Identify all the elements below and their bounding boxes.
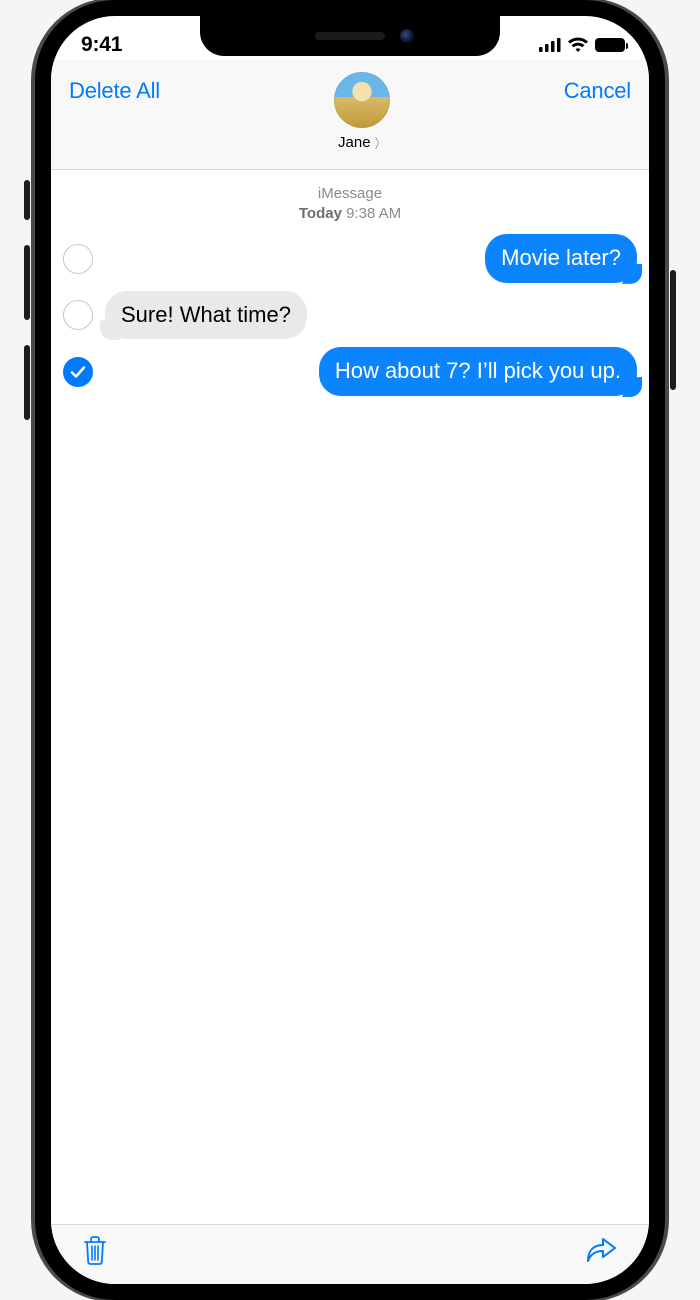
chevron-right-icon: 〉: [375, 133, 384, 152]
forward-button[interactable]: [585, 1235, 619, 1265]
select-checkbox[interactable]: [63, 357, 93, 387]
bottom-toolbar: [51, 1224, 649, 1284]
wifi-icon: [567, 37, 589, 53]
select-checkbox[interactable]: [63, 300, 93, 330]
message-row[interactable]: How about 7? I’ll pick you up.: [63, 347, 637, 396]
message-row[interactable]: Movie later?: [63, 234, 637, 283]
checkmark-icon: [69, 363, 87, 381]
select-checkbox[interactable]: [63, 244, 93, 274]
message-text: Sure! What time?: [121, 302, 291, 327]
bubble-tail-icon: [622, 377, 642, 397]
bubble-tail-icon: [100, 320, 120, 340]
cellular-icon: [539, 38, 561, 52]
status-icons: [539, 37, 625, 53]
trash-icon: [81, 1234, 109, 1266]
message-bubble-received[interactable]: Sure! What time?: [105, 291, 307, 340]
phone-side-button: [24, 245, 30, 320]
phone-frame: 9:41 Delete All Jane 〉 Cancel: [35, 0, 665, 1300]
bubble-tail-icon: [622, 264, 642, 284]
contact-name: Jane: [338, 134, 371, 151]
contact-header[interactable]: Jane 〉: [160, 72, 564, 152]
front-camera-icon: [400, 29, 414, 43]
avatar: [334, 72, 390, 128]
phone-side-button: [24, 345, 30, 420]
delete-all-button[interactable]: Delete All: [69, 72, 160, 104]
speaker-icon: [315, 32, 385, 40]
phone-side-button: [670, 270, 676, 390]
cancel-button[interactable]: Cancel: [564, 72, 631, 104]
timestamp-day: Today: [299, 205, 342, 222]
status-time: 9:41: [81, 33, 122, 57]
notch: [200, 16, 500, 56]
phone-side-button: [24, 180, 30, 220]
trash-button[interactable]: [81, 1234, 109, 1266]
message-bubble-sent[interactable]: Movie later?: [485, 234, 637, 283]
nav-header: Delete All Jane 〉 Cancel: [51, 60, 649, 170]
share-arrow-icon: [585, 1235, 619, 1265]
message-text: How about 7? I’ll pick you up.: [335, 358, 621, 383]
timestamp-time: 9:38 AM: [346, 205, 401, 222]
service-label: iMessage: [63, 184, 637, 204]
message-row[interactable]: Sure! What time?: [63, 291, 637, 340]
battery-icon: [595, 38, 625, 52]
conversation-view[interactable]: iMessage Today 9:38 AM Movie later?: [51, 170, 649, 1224]
thread-timestamp: iMessage Today 9:38 AM: [63, 184, 637, 224]
message-bubble-sent[interactable]: How about 7? I’ll pick you up.: [319, 347, 637, 396]
message-text: Movie later?: [501, 245, 621, 270]
